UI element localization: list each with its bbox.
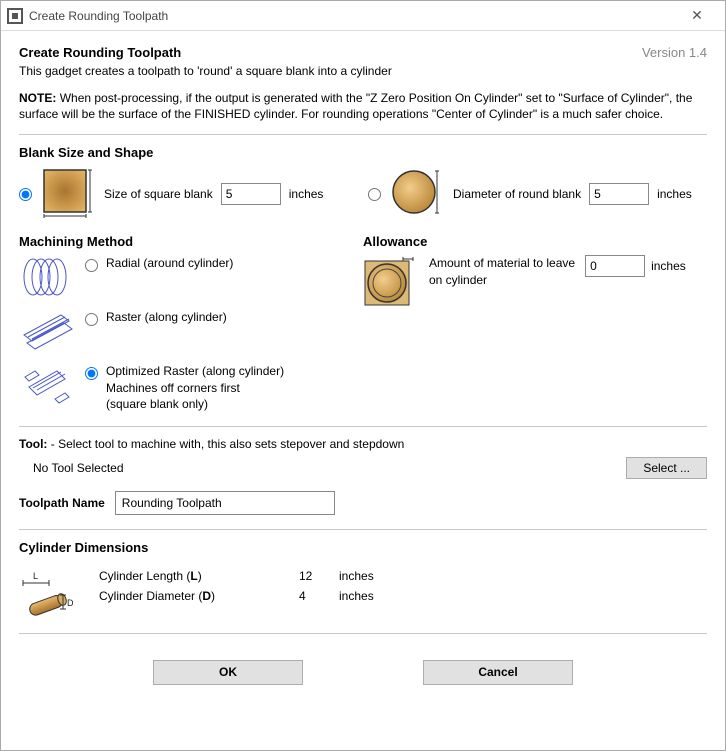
- raster-radio[interactable]: [85, 313, 98, 326]
- allowance-section-title: Allowance: [363, 234, 707, 249]
- raster-label: Raster (along cylinder): [106, 309, 227, 325]
- cylinder-length-units: inches: [339, 569, 399, 583]
- round-blank-radio[interactable]: [368, 188, 381, 201]
- app-icon: [7, 8, 23, 24]
- optimized-raster-label: Optimized Raster (along cylinder) Machin…: [106, 363, 284, 412]
- toolpath-name-label: Toolpath Name: [19, 496, 105, 510]
- page-title: Create Rounding Toolpath: [19, 45, 181, 60]
- note-text: NOTE: When post-processing, if the outpu…: [19, 90, 707, 122]
- blank-section-title: Blank Size and Shape: [19, 145, 707, 160]
- square-blank-label: Size of square blank: [104, 187, 213, 201]
- allowance-icon: [363, 255, 419, 311]
- cylinder-length-value: 12: [299, 569, 339, 583]
- allowance-units: inches: [651, 259, 686, 273]
- version-label: Version 1.4: [642, 45, 707, 60]
- cylinder-length-label: Cylinder Length (L): [99, 569, 299, 583]
- cancel-button[interactable]: Cancel: [423, 660, 573, 685]
- close-button[interactable]: ✕: [675, 2, 719, 30]
- tool-label-row: Tool: - Select tool to machine with, thi…: [19, 437, 707, 451]
- round-blank-label: Diameter of round blank: [453, 187, 581, 201]
- divider: [19, 633, 707, 634]
- select-tool-button[interactable]: Select ...: [626, 457, 707, 479]
- toolpath-name-input[interactable]: [115, 491, 335, 515]
- square-blank-input[interactable]: [221, 183, 281, 205]
- window-title: Create Rounding Toolpath: [29, 9, 168, 23]
- ok-button[interactable]: OK: [153, 660, 303, 685]
- raster-icon: [19, 309, 75, 353]
- cylinder-diameter-label: Cylinder Diameter (D): [99, 589, 299, 603]
- subtitle: This gadget creates a toolpath to 'round…: [19, 64, 707, 78]
- svg-text:L: L: [33, 571, 38, 581]
- radial-label: Radial (around cylinder): [106, 255, 233, 271]
- cylinder-diameter-value: 4: [299, 589, 339, 603]
- round-blank-icon: [389, 166, 445, 222]
- cylinder-diameter-units: inches: [339, 589, 399, 603]
- allowance-input[interactable]: [585, 255, 645, 277]
- allowance-label: Amount of material to leave on cylinder: [429, 255, 575, 287]
- square-blank-units: inches: [289, 187, 324, 201]
- square-blank-radio[interactable]: [19, 188, 32, 201]
- cylinder-section-title: Cylinder Dimensions: [19, 540, 707, 555]
- svg-text:D: D: [67, 598, 74, 608]
- method-section-title: Machining Method: [19, 234, 363, 249]
- cylinder-icon: L D: [19, 569, 79, 619]
- square-blank-icon: [40, 166, 96, 222]
- divider: [19, 134, 707, 135]
- divider: [19, 529, 707, 530]
- optimized-raster-icon: [19, 363, 75, 407]
- optimized-raster-radio[interactable]: [85, 367, 98, 380]
- divider: [19, 426, 707, 427]
- tool-status: No Tool Selected: [19, 461, 124, 475]
- round-blank-input[interactable]: [589, 183, 649, 205]
- radial-icon: [19, 255, 75, 299]
- round-blank-units: inches: [657, 187, 692, 201]
- radial-radio[interactable]: [85, 259, 98, 272]
